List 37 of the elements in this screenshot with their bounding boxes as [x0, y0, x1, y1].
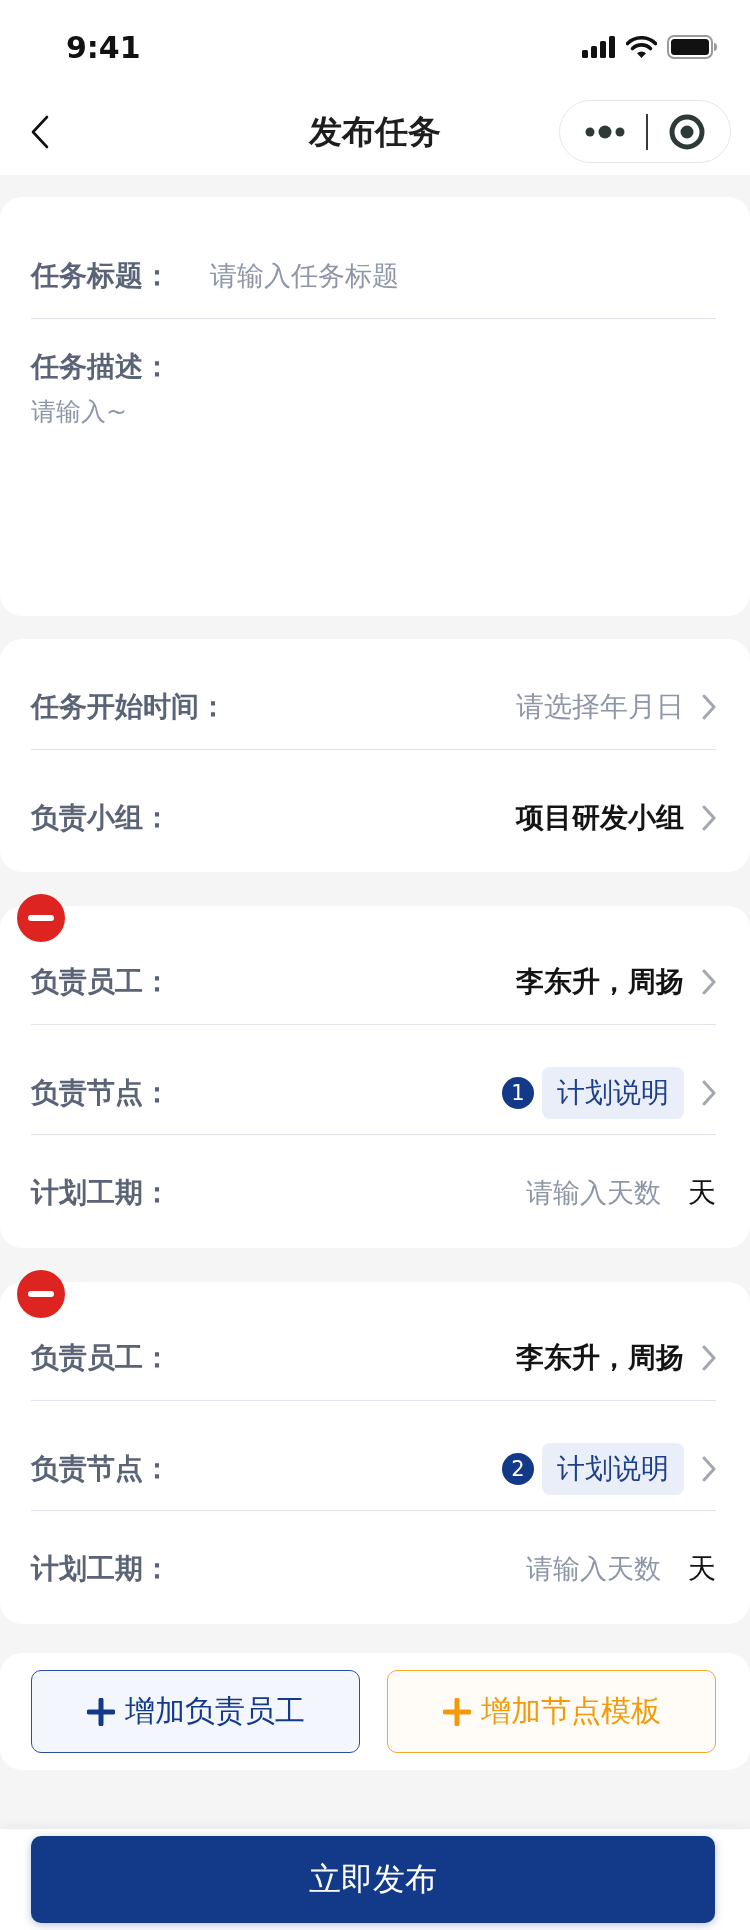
field-label: 负责节点： [31, 1451, 171, 1487]
select-field[interactable]: 李东升，周扬 [516, 962, 716, 1002]
plus-icon [442, 1697, 471, 1726]
field-label: 任务标题： [31, 258, 171, 294]
chevron-right-icon [702, 969, 716, 995]
field-label: 计划工期： [31, 1175, 171, 1211]
node-tag[interactable]: 计划说明 [542, 1067, 684, 1119]
circle-dot-icon[interactable] [669, 113, 705, 150]
plus-icon [86, 1697, 115, 1726]
field-label: 负责员工： [31, 964, 171, 1000]
publish-button[interactable]: 立即发布 [31, 1836, 715, 1923]
wifi-icon [626, 36, 657, 58]
unit-label: 天 [688, 1551, 716, 1587]
node-tag[interactable]: 计划说明 [542, 1443, 684, 1495]
battery-icon [667, 35, 717, 59]
add-staff-button[interactable]: 增加负责员工 [31, 1670, 360, 1753]
step-number: 2 [502, 1453, 534, 1485]
unit-label: 天 [688, 1175, 716, 1211]
step-number: 1 [502, 1077, 534, 1109]
chevron-right-icon [702, 1345, 716, 1371]
select-field[interactable]: 李东升，周扬 [516, 1338, 716, 1378]
chevron-right-icon [702, 694, 716, 720]
status-time: 9:41 [66, 29, 141, 65]
field-label: 负责节点： [31, 1075, 171, 1111]
page-title: 发布任务 [309, 110, 441, 153]
more-icon[interactable] [585, 124, 625, 139]
field-label: 计划工期： [31, 1551, 171, 1587]
back-icon[interactable] [30, 114, 50, 149]
field-label: 负责小组： [31, 800, 171, 836]
field-label: 负责员工： [31, 1340, 171, 1376]
field-label: 任务开始时间： [31, 689, 227, 725]
signal-icon [582, 36, 616, 58]
field-label: 任务描述： [31, 349, 171, 385]
chevron-right-icon [702, 805, 716, 831]
remove-icon[interactable] [17, 894, 65, 942]
select-field[interactable]: 项目研发小组 [516, 798, 716, 838]
remove-icon[interactable] [17, 1270, 65, 1318]
